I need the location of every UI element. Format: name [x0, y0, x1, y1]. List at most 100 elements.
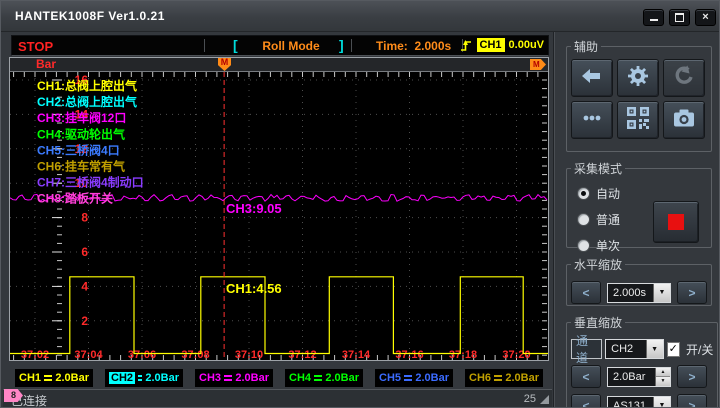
qr-code-icon: [626, 106, 650, 135]
scope-region: STOP [ Roll Mode ] Time: 2.000s CH1 0.00…: [3, 33, 552, 407]
channel-legend-ch5: CH5:三桥阀4口: [37, 142, 120, 157]
model-decrease-button[interactable]: <: [571, 394, 601, 408]
acquisition-group: 采集模式 自动普通单次: [566, 160, 712, 248]
scope-plot[interactable]: 16141210864237:0237:0437:0637:0837:1037:…: [10, 72, 548, 360]
measurement-readout: CH3:9.05: [226, 201, 282, 216]
channel-select[interactable]: CH2 ▼: [605, 339, 663, 359]
ellipsis-icon: [579, 106, 605, 135]
channel-id-label: CH3: [199, 372, 221, 384]
dropdown-arrow-icon[interactable]: ▼: [653, 397, 670, 408]
maximize-button[interactable]: [669, 9, 690, 26]
timebase-increase-button[interactable]: >: [677, 281, 707, 304]
channel-status-row: CH12.0BarCH22.0BarCH32.0BarCH42.0BarCH52…: [15, 369, 543, 389]
radio-icon[interactable]: [577, 239, 590, 252]
mode-label: Roll Mode: [244, 39, 338, 53]
gear-button[interactable]: [617, 59, 659, 97]
camera-button[interactable]: [663, 101, 705, 139]
svg-text:4: 4: [81, 279, 88, 293]
mode-bracket-right-icon: ]: [339, 37, 344, 53]
channel-scale-value: 2.0Bar: [325, 372, 359, 384]
dc-coupling-icon: [44, 375, 52, 381]
radio-icon[interactable]: [577, 213, 590, 226]
acq-option-0[interactable]: 自动: [577, 185, 639, 202]
svg-text:37:14: 37:14: [342, 349, 371, 360]
acq-option-1[interactable]: 普通: [577, 211, 639, 228]
channel-scale-value: 2.0Bar: [55, 372, 89, 384]
toolbar-divider: [351, 39, 352, 52]
close-button[interactable]: ×: [695, 9, 716, 26]
channel-status-ch4[interactable]: CH42.0Bar: [285, 369, 363, 387]
acquisition-group-title: 采集模式: [571, 160, 625, 177]
toolbar-divider: [204, 39, 205, 52]
qr-code-button[interactable]: [617, 101, 659, 139]
channel-button[interactable]: 通道: [571, 339, 602, 359]
dc-coupling-icon: [494, 375, 502, 381]
channel-legend-ch3: CH3:挂车阀12口: [37, 110, 126, 125]
model-increase-button[interactable]: >: [677, 394, 707, 408]
channel-id-label: CH6: [469, 372, 491, 384]
timebase-decrease-button[interactable]: <: [571, 281, 601, 304]
ellipsis-button[interactable]: [571, 101, 613, 139]
channel-scale-value: 2.0Bar: [415, 372, 449, 384]
model-select[interactable]: AS131 ▼: [607, 396, 671, 408]
radio-label: 自动: [596, 185, 620, 202]
window-controls: ×: [643, 9, 716, 26]
acq-option-2[interactable]: 单次: [577, 237, 639, 254]
vertical-zoom-group: 垂直缩放 通道 CH2 ▼ ✓ 开/关 < 2.0Bar ▲▼ > <: [566, 314, 718, 408]
status-counter: 25: [524, 393, 536, 405]
gear-icon: [626, 64, 650, 93]
range-spinner[interactable]: 2.0Bar ▲▼: [607, 367, 671, 387]
channel-onoff-checkbox[interactable]: ✓: [667, 342, 680, 357]
channel-onoff-label: 开/关: [686, 341, 713, 358]
channel-status-ch3[interactable]: CH32.0Bar: [195, 369, 273, 387]
trigger-time-marker[interactable]: M: [218, 58, 231, 71]
spin-down-icon: ▼: [656, 377, 670, 386]
undo-button: [663, 59, 705, 97]
dc-coupling-icon: [314, 375, 322, 381]
svg-text:37:16: 37:16: [395, 349, 423, 360]
aux-group-title: 辅助: [571, 38, 601, 55]
trigger-readout: CH1 0.00uV: [460, 38, 544, 52]
timebase-select[interactable]: 2.000s ▼: [607, 283, 671, 303]
back-arrow-button[interactable]: [571, 59, 613, 97]
trigger-right-marker[interactable]: M: [530, 59, 546, 70]
aux-buttons: [571, 59, 707, 139]
horizontal-zoom-title: 水平缩放: [571, 256, 625, 273]
resize-grip[interactable]: [540, 395, 549, 404]
aux-group: 辅助: [566, 38, 712, 152]
vertical-zoom-title: 垂直缩放: [571, 314, 625, 331]
maximize-icon: [675, 13, 684, 22]
dc-coupling-icon: [138, 375, 142, 381]
channel-status-ch2[interactable]: CH2 2.0Bar: [105, 369, 183, 387]
dropdown-arrow-icon[interactable]: ▼: [653, 284, 670, 302]
run-stop-button[interactable]: [653, 201, 699, 243]
channel-status-ch1[interactable]: CH12.0Bar: [15, 369, 93, 387]
channel-status-ch5[interactable]: CH5 2.0Bar: [375, 369, 453, 387]
dc-coupling-icon: [224, 375, 232, 381]
svg-text:2: 2: [81, 314, 88, 328]
radio-icon[interactable]: [577, 187, 590, 200]
spinner-buttons[interactable]: ▲▼: [655, 368, 670, 386]
svg-text:37:08: 37:08: [181, 349, 209, 360]
stop-indicator[interactable]: STOP: [18, 39, 53, 54]
svg-text:37:06: 37:06: [128, 349, 156, 360]
dropdown-arrow-icon[interactable]: ▼: [646, 340, 663, 358]
channel-legend-ch8: CH8:踏板开关: [37, 191, 113, 206]
channel-status-ch6[interactable]: CH62.0Bar: [465, 369, 543, 387]
scope-ruler: Bar M M: [10, 58, 548, 72]
acquisition-options: 自动普通单次: [577, 185, 639, 254]
channel-id-label: CH5: [379, 372, 401, 384]
dc-coupling-icon: [404, 375, 412, 381]
spin-up-icon: ▲: [656, 368, 670, 378]
channel-scale-value: 2.0Bar: [145, 372, 179, 384]
svg-text:37:12: 37:12: [288, 349, 316, 360]
range-decrease-button[interactable]: <: [571, 365, 601, 388]
title-bar: HANTEK1008F Ver1.0.21 ×: [1, 1, 720, 32]
minimize-button[interactable]: [643, 9, 664, 26]
trigger-channel-badge[interactable]: CH1: [477, 38, 505, 52]
control-panel: 辅助 采集模式 自动普通单次 水平缩放 < 2.000s ▼ > 垂直缩放 通道: [553, 32, 720, 408]
range-increase-button[interactable]: >: [677, 365, 707, 388]
unit-label: Bar: [36, 58, 56, 71]
channel-legend-ch6: CH6:挂车常有气: [37, 159, 125, 174]
channel-id-label: CH2: [109, 372, 135, 384]
